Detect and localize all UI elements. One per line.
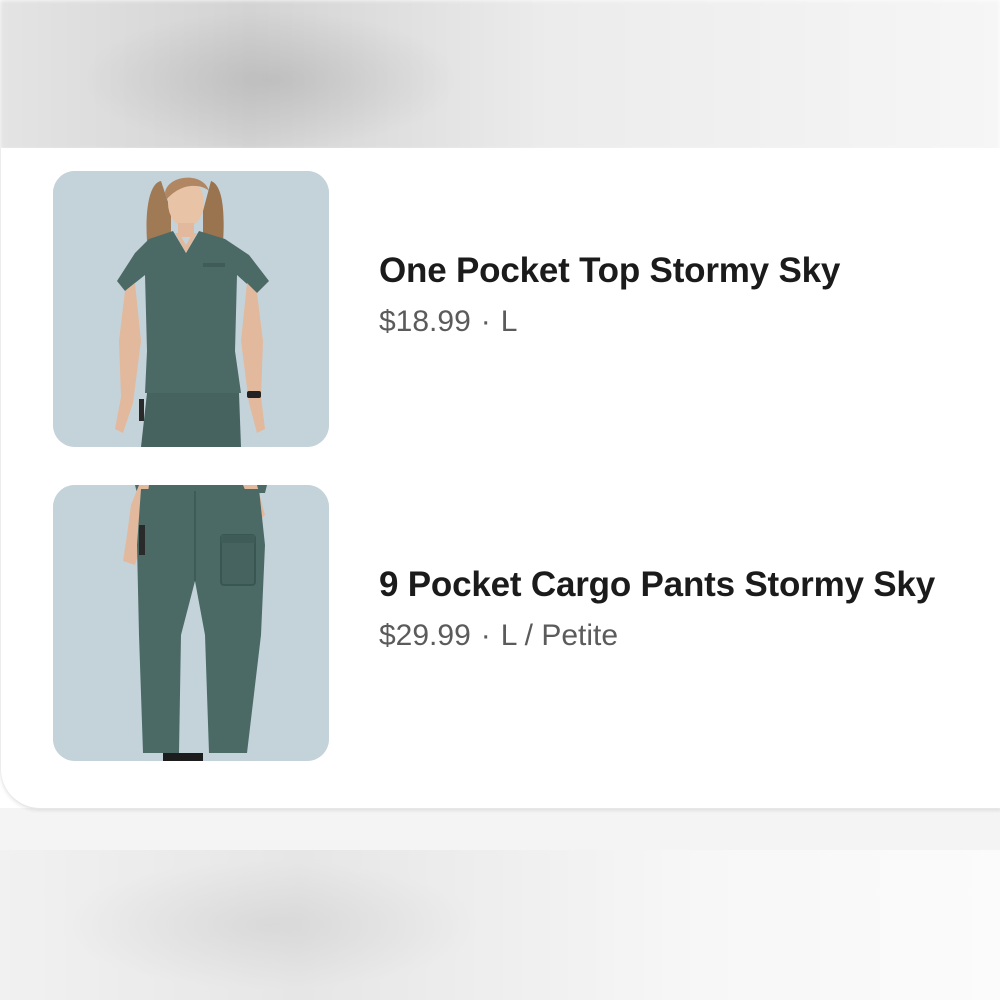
cargo-pants-image [53, 485, 329, 761]
list-item[interactable]: 9 Pocket Cargo Pants Stormy Sky $29.99 · L… [53, 485, 993, 761]
item-details: 9 Pocket Cargo Pants Stormy Sky $29.99 · L… [379, 565, 935, 653]
product-thumbnail[interactable] [53, 171, 329, 447]
meta-separator: · [480, 305, 491, 338]
product-title[interactable]: 9 Pocket Cargo Pants Stormy Sky [379, 565, 935, 605]
product-title[interactable]: One Pocket Top Stormy Sky [379, 251, 840, 291]
background-strip [0, 808, 1000, 850]
background-shadow [60, 860, 480, 990]
background-shadow [80, 10, 460, 150]
scrub-top-image [53, 171, 329, 447]
meta-separator: · [480, 619, 491, 652]
product-thumbnail[interactable] [53, 485, 329, 761]
product-price: $18.99 [379, 305, 471, 338]
product-size: L [500, 305, 518, 338]
order-items-card: One Pocket Top Stormy Sky $18.99 · L 9 P… [0, 148, 1000, 809]
product-meta: $18.99 · L [379, 305, 840, 339]
product-size: L / Petite [500, 619, 619, 652]
list-item[interactable]: One Pocket Top Stormy Sky $18.99 · L [53, 171, 993, 447]
product-meta: $29.99 · L / Petite [379, 619, 935, 653]
item-details: One Pocket Top Stormy Sky $18.99 · L [379, 251, 840, 339]
product-price: $29.99 [379, 619, 471, 652]
